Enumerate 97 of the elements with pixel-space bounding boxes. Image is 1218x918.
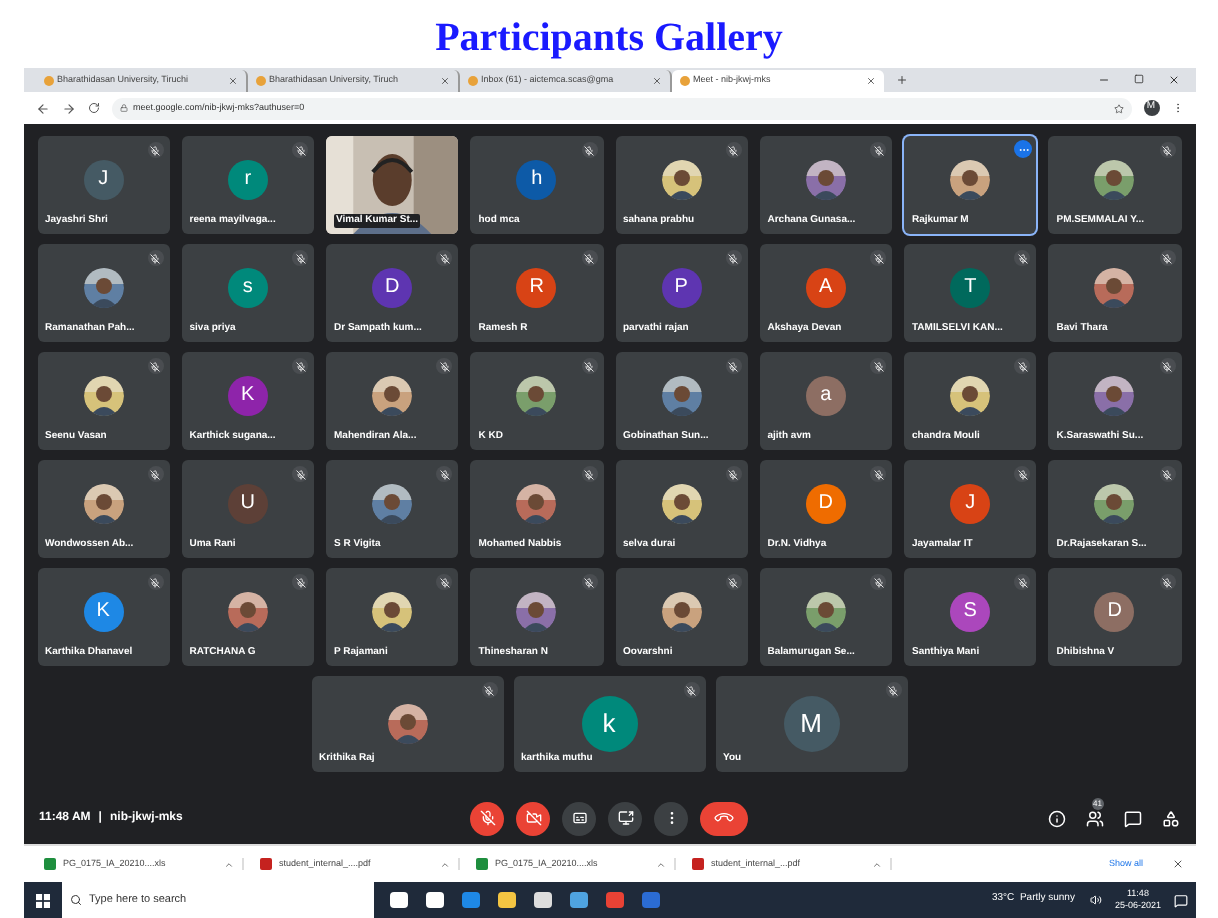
- avatar: K: [227, 375, 268, 415]
- muted-icon: [888, 685, 898, 695]
- search-icon: [69, 894, 81, 906]
- muted-icon: [873, 253, 883, 263]
- bookmark-icon[interactable]: [1113, 103, 1123, 113]
- chevron-icon[interactable]: [223, 859, 233, 869]
- avatar: S: [950, 591, 991, 631]
- avatar: h: [516, 159, 557, 199]
- avatar: k: [581, 696, 637, 752]
- muted-icon: [1162, 361, 1172, 371]
- muted-icon: [1162, 577, 1172, 587]
- muted-icon: [873, 469, 883, 479]
- muted-icon: [1017, 469, 1028, 479]
- muted-icon: [873, 361, 883, 371]
- close-window-icon[interactable]: [1167, 74, 1179, 86]
- maximize-icon[interactable]: [1133, 74, 1143, 84]
- muted-icon: [584, 577, 594, 587]
- avatar: D: [1094, 591, 1135, 631]
- muted-icon: [584, 361, 594, 371]
- muted-icon: [873, 577, 883, 587]
- notifications-icon[interactable]: [1173, 893, 1187, 907]
- muted-icon: [439, 253, 450, 263]
- page-title: Participants Gallery: [435, 14, 783, 62]
- more-options-button[interactable]: [1014, 140, 1033, 158]
- avatar: A: [805, 267, 846, 307]
- spreadsheet-file-icon: [43, 858, 55, 870]
- people-icon[interactable]: [1085, 809, 1103, 827]
- muted-icon: [873, 145, 883, 155]
- avatar: T: [950, 267, 991, 307]
- avatar: s: [227, 267, 268, 307]
- muted-icon: [728, 253, 739, 263]
- muted-icon: [1017, 577, 1028, 587]
- muted-icon: [1162, 469, 1172, 479]
- avatar: U: [227, 483, 268, 523]
- muted-icon: [295, 145, 305, 155]
- muted-icon: [295, 469, 305, 479]
- avatar: D: [372, 267, 413, 307]
- back-icon[interactable]: [35, 101, 49, 115]
- muted-icon: [295, 361, 305, 371]
- muted-icon: [584, 145, 594, 155]
- muted-icon: [439, 469, 450, 479]
- minimize-icon[interactable]: [1097, 74, 1109, 86]
- chevron-icon[interactable]: [871, 859, 881, 869]
- present-button[interactable]: [608, 801, 642, 835]
- avatar: M: [783, 696, 839, 752]
- muted-icon: [484, 685, 494, 695]
- muted-icon: [1162, 145, 1172, 155]
- muted-icon: [150, 577, 161, 587]
- avatar: J: [83, 159, 124, 199]
- reload-icon[interactable]: [87, 102, 99, 114]
- present-screen-icon: [617, 810, 633, 826]
- avatar: R: [516, 267, 557, 307]
- muted-icon: [150, 469, 161, 479]
- muted-icon: [150, 253, 161, 263]
- avatar: P: [661, 267, 702, 307]
- avatar: r: [227, 159, 268, 199]
- muted-icon: [728, 469, 739, 479]
- new-tab-icon[interactable]: [895, 74, 907, 86]
- muted-icon: [584, 469, 594, 479]
- spreadsheet-file-icon: [475, 858, 487, 870]
- muted-icon: [295, 577, 305, 587]
- avatar: J: [950, 483, 991, 523]
- muted-icon: [439, 577, 450, 587]
- lock-icon: [119, 104, 127, 112]
- muted-icon: [1017, 361, 1028, 371]
- muted-icon: [150, 145, 161, 155]
- chevron-icon[interactable]: [439, 859, 449, 869]
- muted-icon: [439, 361, 450, 371]
- avatar: D: [805, 483, 846, 523]
- avatar: a: [805, 375, 846, 415]
- chevron-icon[interactable]: [655, 859, 665, 869]
- muted-icon: [728, 577, 739, 587]
- camera-off-icon: [525, 810, 541, 826]
- muted-icon: [584, 253, 594, 263]
- volume-icon[interactable]: [1090, 894, 1103, 906]
- close-icon[interactable]: [1171, 858, 1183, 870]
- muted-icon: [686, 685, 696, 695]
- microphone-off-icon: [479, 810, 495, 826]
- captions-icon: [571, 810, 587, 826]
- muted-icon: [1017, 253, 1028, 263]
- captions-button[interactable]: [562, 801, 596, 835]
- activities-icon[interactable]: [1161, 809, 1179, 827]
- muted-icon: [728, 361, 739, 371]
- muted-icon: [295, 253, 305, 263]
- leave-call-button[interactable]: [700, 801, 748, 835]
- windows-start-icon[interactable]: [35, 893, 49, 907]
- mute-button[interactable]: [470, 801, 504, 835]
- chat-icon[interactable]: [1123, 809, 1141, 827]
- forward-icon[interactable]: [61, 101, 75, 115]
- camera-off-button[interactable]: [516, 801, 550, 835]
- pdf-file-icon: [691, 858, 703, 870]
- muted-icon: [150, 361, 161, 371]
- pdf-file-icon: [259, 858, 271, 870]
- muted-icon: [728, 145, 739, 155]
- muted-icon: [1162, 253, 1172, 263]
- info-icon[interactable]: [1047, 809, 1065, 827]
- avatar: K: [83, 591, 124, 631]
